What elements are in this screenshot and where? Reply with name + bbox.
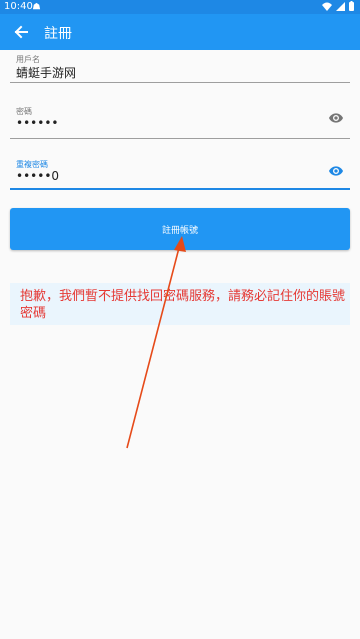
confirm-password-field[interactable]: 重複密碼 •••••0 (10, 155, 350, 191)
password-input[interactable]: •••••• (16, 116, 58, 130)
username-input[interactable]: 蜻蜓手游网 (16, 64, 76, 81)
page-title: 註冊 (44, 26, 72, 42)
status-icons (322, 1, 354, 11)
status-bar: 10:40 (0, 0, 360, 14)
wifi-icon (322, 2, 332, 11)
confirm-password-visibility-toggle[interactable] (328, 163, 344, 179)
app-bar: 註冊 (0, 14, 360, 50)
register-button[interactable]: 註冊帳號 (10, 208, 350, 250)
password-field[interactable]: 密碼 •••••• (10, 100, 350, 140)
back-button[interactable] (8, 19, 34, 45)
password-visibility-toggle[interactable] (328, 110, 344, 126)
username-field[interactable]: 用戶名 蜻蜓手游网 (10, 52, 350, 84)
arrow-back-icon (14, 25, 28, 39)
status-time: 10:40 (4, 1, 33, 12)
signal-icon (336, 1, 345, 11)
notice-box: 抱歉，我們暫不提供找回密碼服務，請務必記住你的賬號密碼 (10, 283, 350, 325)
battery-icon (349, 1, 354, 11)
password-underline (10, 138, 350, 139)
confirm-password-input[interactable]: •••••0 (16, 169, 59, 183)
notification-icon (32, 2, 41, 14)
confirm-password-underline (10, 188, 350, 190)
eye-icon (329, 166, 343, 176)
username-underline (10, 82, 350, 83)
eye-icon (329, 113, 343, 123)
notice-text: 抱歉，我們暫不提供找回密碼服務，請務必記住你的賬號密碼 (20, 289, 346, 321)
